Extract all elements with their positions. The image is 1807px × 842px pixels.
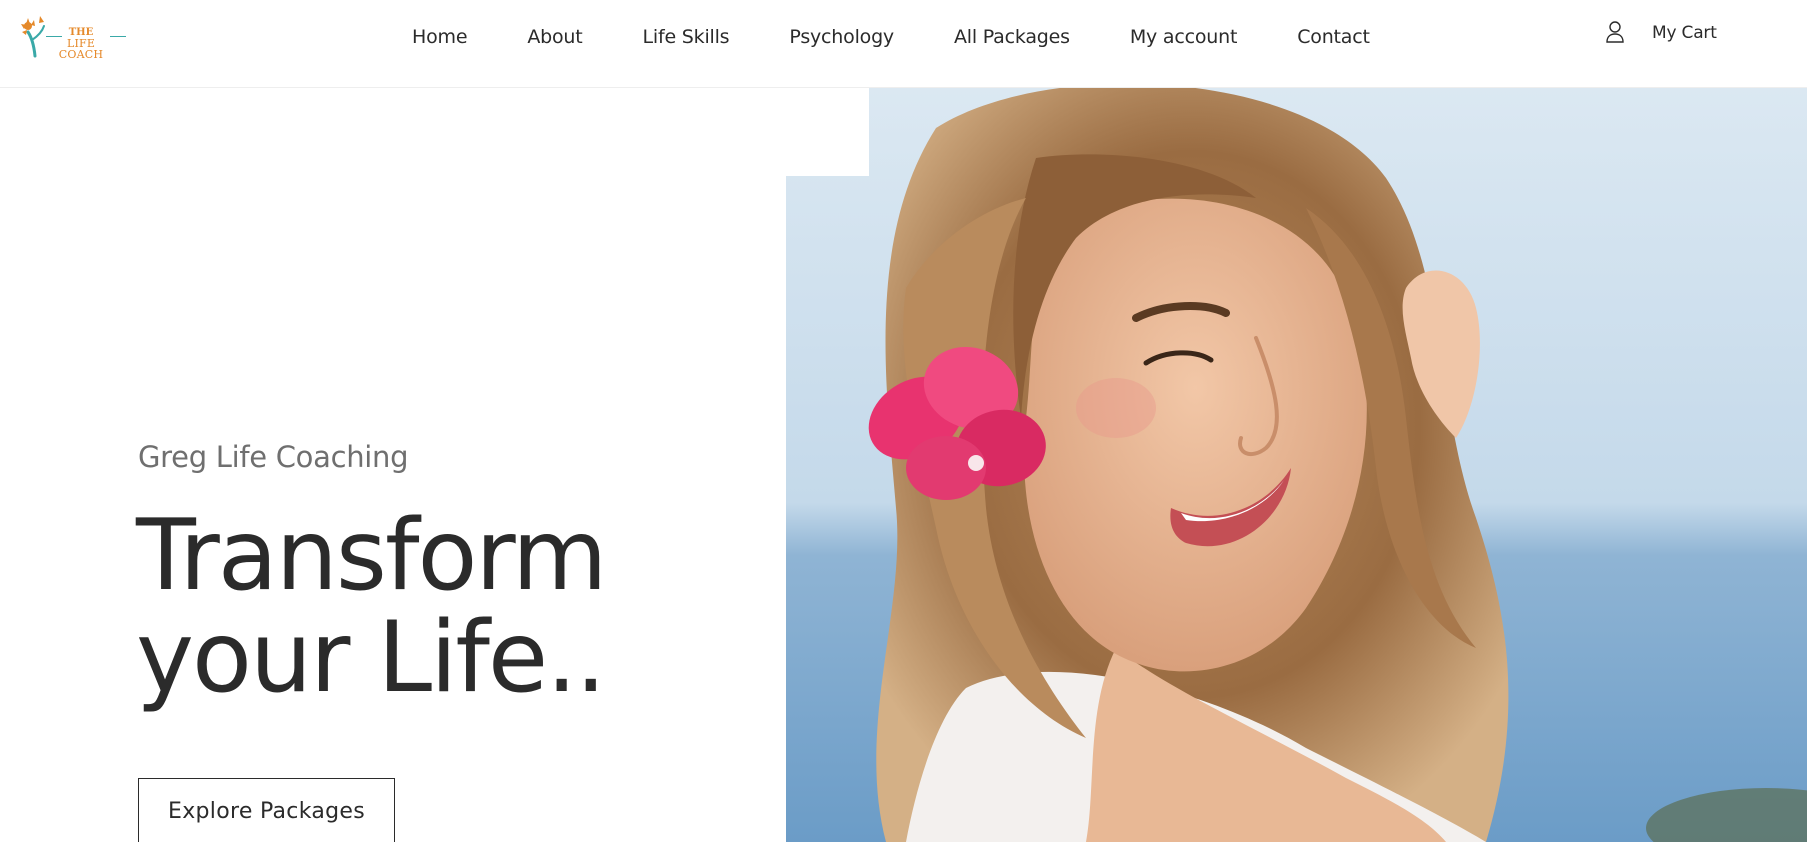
site-logo[interactable]: THE LIFE COACH xyxy=(18,8,126,60)
hero-image xyxy=(786,88,1807,842)
hero-title-line-2: your Life.. xyxy=(136,601,606,715)
site-header: THE LIFE COACH Home About Life Skills Ps… xyxy=(0,0,1807,88)
explore-packages-button[interactable]: Explore Packages xyxy=(138,778,395,842)
hero-title-line-1: Transform xyxy=(136,499,607,613)
hero-title: Transform your Life.. xyxy=(136,505,607,709)
nav-home[interactable]: Home xyxy=(412,24,468,50)
nav-psychology[interactable]: Psychology xyxy=(789,24,894,50)
nav-about[interactable]: About xyxy=(527,24,582,50)
hero-photo xyxy=(786,88,1807,842)
user-icon[interactable] xyxy=(1605,20,1625,44)
main-nav: Home About Life Skills Psychology All Pa… xyxy=(412,24,1370,50)
nav-contact[interactable]: Contact xyxy=(1297,24,1370,50)
hero-subtitle: Greg Life Coaching xyxy=(138,440,409,474)
nav-life-skills[interactable]: Life Skills xyxy=(643,24,730,50)
logo-line-2: LIFE COACH xyxy=(58,37,104,61)
nav-all-packages[interactable]: All Packages xyxy=(954,24,1070,50)
nav-my-account[interactable]: My account xyxy=(1130,24,1238,50)
logo-text: THE LIFE COACH xyxy=(46,27,116,60)
my-cart-link[interactable]: My Cart xyxy=(1652,23,1717,43)
